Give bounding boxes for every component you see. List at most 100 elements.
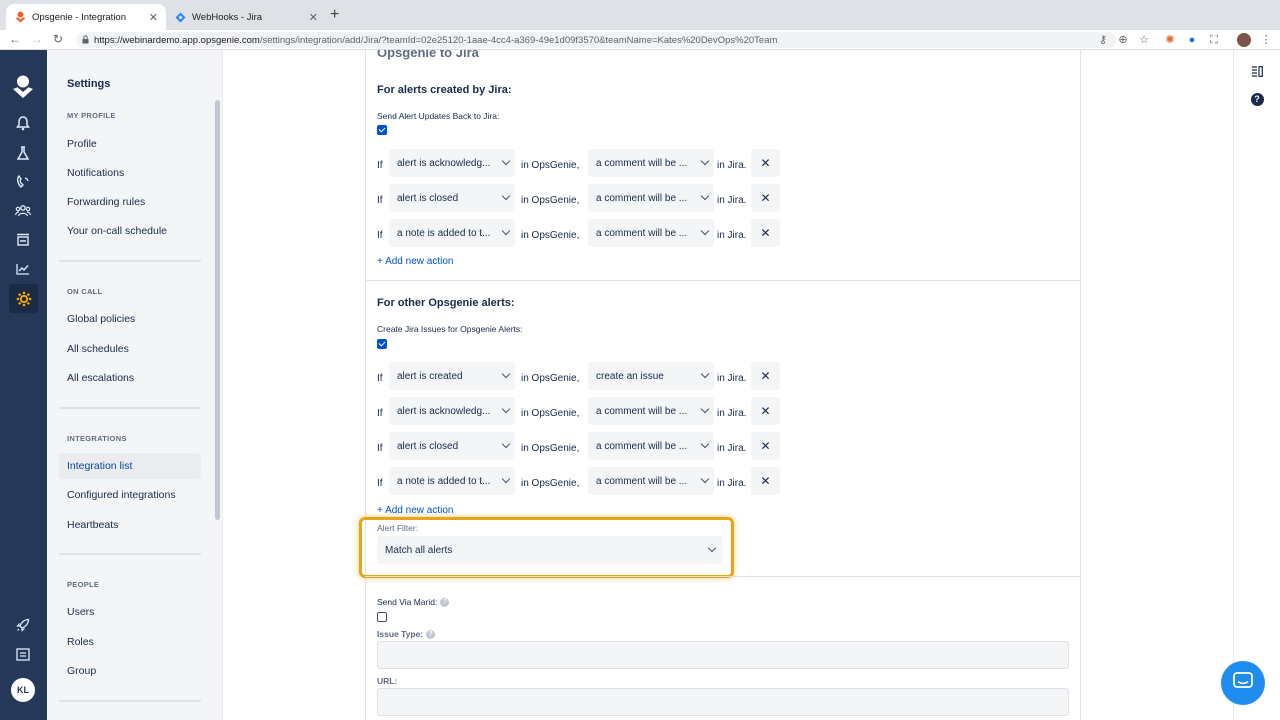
chevron-down-icon [501,226,511,236]
sidebar-item-profile[interactable]: Profile [59,131,201,157]
rule-condition-select[interactable]: alert is acknowledg... [389,397,515,425]
analytics-chart-icon[interactable] [11,257,35,281]
delete-rule-button[interactable]: ✕ [751,467,780,495]
alerts-bell-icon[interactable] [11,111,35,135]
issue-type-text: Issue Type: [377,629,424,639]
delete-rule-button[interactable]: ✕ [751,184,780,212]
sidebar-item-heartbeats[interactable]: Heartbeats [59,512,201,538]
create-issues-checkbox[interactable] [377,339,387,349]
sidebar-item-forwarding-rules[interactable]: Forwarding rules [59,189,201,215]
chat-bubble-icon [1233,671,1253,695]
url-input[interactable] [377,688,1069,716]
help-icon[interactable]: ? [1250,92,1264,106]
rule-action-select[interactable]: a comment will be ... [588,467,714,495]
on-call-icon[interactable] [11,170,35,194]
back-arrow-icon[interactable]: ← [9,32,21,46]
sidebar-item-roles[interactable]: Roles [59,629,201,655]
add-new-action-link[interactable]: + Add new action [377,256,453,267]
delete-rule-button[interactable]: ✕ [751,362,780,390]
delete-rule-button[interactable]: ✕ [751,219,780,247]
rule-if-label: If [377,373,383,384]
rule-condition-value: a note is added to t... [397,475,491,487]
delete-rule-button[interactable]: ✕ [751,432,780,460]
panel-toggle-icon[interactable] [1250,64,1264,78]
sidebar-item-notifications[interactable]: Notifications [59,160,201,186]
sidebar-item-global-policies[interactable]: Global policies [59,306,201,332]
opsgenie-logo-icon[interactable] [10,74,36,100]
rule-action-select[interactable]: a comment will be ... [588,219,714,247]
user-avatar[interactable]: KL [11,678,35,702]
sidebar-item-integration-list[interactable]: Integration list [59,453,201,479]
rule-if-label: If [377,408,383,419]
zoom-icon[interactable]: ⊕ [1116,33,1130,47]
forward-arrow-icon[interactable]: → [31,32,43,46]
rule-action-select[interactable]: create an issue [588,362,714,390]
profile-avatar-icon[interactable] [1237,33,1251,47]
chevron-down-icon [700,156,710,166]
section-heading-on-call: ON CALL [67,287,103,296]
chevron-down-icon [501,191,511,201]
rule-action-value: a comment will be ... [596,475,688,487]
rule-if-label: If [377,443,383,454]
rule-if-label: If [377,195,383,206]
sidebar-item-configured-integrations[interactable]: Configured integrations [59,482,201,508]
sidebar-scrollbar[interactable] [215,100,220,520]
rule-action-select[interactable]: a comment will be ... [588,149,714,177]
chat-launcher-button[interactable] [1221,661,1265,705]
section-heading-my-profile: MY PROFILE [67,111,116,120]
extension-icon[interactable]: ● [1185,33,1199,47]
tab-webhooks-jira[interactable]: WebHooks - Jira ✕ [166,4,326,30]
chevron-down-icon [700,474,710,484]
close-tab-icon[interactable]: ✕ [309,11,318,24]
teams-icon[interactable] [11,199,35,223]
whats-new-rocket-icon[interactable] [11,613,35,637]
incidents-icon[interactable] [11,141,35,165]
sidebar-divider [59,553,201,555]
sidebar-item-on-call-schedule[interactable]: Your on-call schedule [59,218,201,244]
rule-action-select[interactable]: a comment will be ... [588,184,714,212]
tab-opsgenie-integration[interactable]: Opsgenie - Integration ✕ [6,4,166,30]
rule-condition-select[interactable]: alert is acknowledg... [389,149,515,177]
sidebar-item-users[interactable]: Users [59,599,201,625]
alert-filter-select[interactable]: Match all alerts [377,536,723,564]
delete-rule-button[interactable]: ✕ [751,149,780,177]
browser-menu-icon[interactable]: ⋮ [1259,33,1273,47]
hubspot-extension-icon[interactable]: ✺ [1163,33,1177,47]
rule-action-value: a comment will be ... [596,157,688,169]
reload-icon[interactable]: ↻ [53,32,63,46]
help-question-icon[interactable]: ? [426,630,436,640]
issue-type-label: Issue Type:? [377,629,436,640]
issue-type-input[interactable] [377,641,1069,669]
delete-rule-button[interactable]: ✕ [751,397,780,425]
sidebar-item-all-schedules[interactable]: All schedules [59,336,201,362]
bookmark-star-icon[interactable]: ☆ [1137,33,1151,47]
rule-condition-value: alert is created [397,370,463,382]
section-heading-people: PEOPLE [67,580,100,589]
rule-condition-select[interactable]: alert is created [389,362,515,390]
new-tab-icon[interactable]: + [330,6,339,24]
url-label: URL: [377,676,398,686]
send-via-marid-checkbox[interactable] [377,612,387,622]
rule-action-value: a comment will be ... [596,405,688,417]
add-new-action-link[interactable]: + Add new action [377,505,453,516]
rule-action-select[interactable]: a comment will be ... [588,397,714,425]
sidebar-divider [59,700,201,702]
key-icon[interactable]: ⚷ [1096,33,1110,47]
rule-action-select[interactable]: a comment will be ... [588,432,714,460]
settings-gear-icon[interactable] [9,284,38,313]
rule-condition-select[interactable]: alert is closed [389,184,515,212]
rule-condition-select[interactable]: alert is closed [389,432,515,460]
send-updates-checkbox[interactable] [377,125,387,135]
screen-capture-icon[interactable]: ⛶ [1207,33,1221,47]
rule-condition-select[interactable]: a note is added to t... [389,219,515,247]
rule-condition-select[interactable]: a note is added to t... [389,467,515,495]
sidebar-item-all-escalations[interactable]: All escalations [59,365,201,391]
sidebar-item-group[interactable]: Group [59,658,201,684]
close-tab-icon[interactable]: ✕ [149,11,158,24]
url-field[interactable]: https://webinardemo.app.opsgenie.com/set… [76,32,1116,48]
help-question-icon[interactable]: ? [440,598,450,608]
rule-action-value: a comment will be ... [596,227,688,239]
app-switcher-icon[interactable] [11,642,35,666]
services-icon[interactable] [11,228,35,252]
rule-target-label: in Jira. [717,195,747,206]
